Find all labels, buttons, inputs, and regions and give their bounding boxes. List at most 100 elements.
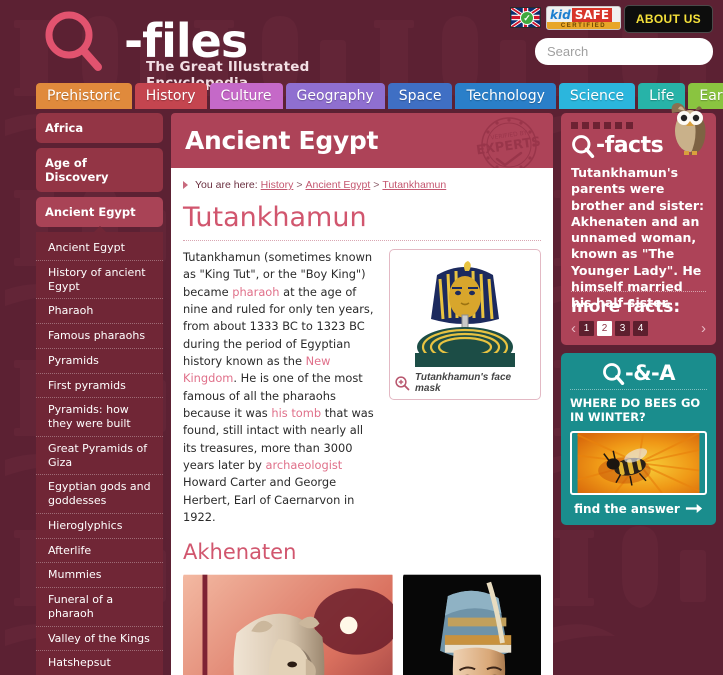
- figure-image[interactable]: [395, 255, 535, 367]
- sidebar-item-hieroglyphics[interactable]: Hieroglyphics: [36, 514, 163, 539]
- qa-logo: -&-A: [570, 361, 707, 390]
- qa-cta-text: find the answer: [574, 501, 680, 516]
- breadcrumb-link-history[interactable]: History: [261, 179, 294, 191]
- find-the-answer-button[interactable]: find the answer: [570, 495, 707, 516]
- magnifier-q-icon: [603, 362, 625, 385]
- main-navigation: Prehistoric History Culture Geography Space T…: [36, 83, 723, 109]
- sidebar-item-mummies[interactable]: Mummies: [36, 563, 163, 588]
- nav-tab-geography[interactable]: Geography: [285, 83, 385, 109]
- figure-caption-row: Tutankhamun's face mask: [395, 367, 535, 394]
- owl-mascot-icon: [671, 103, 706, 155]
- qfacts-logo-text: -facts: [596, 133, 664, 158]
- nav-tab-culture[interactable]: Culture: [209, 83, 283, 109]
- search-box[interactable]: [535, 38, 723, 65]
- sidebar-item-history-of-ancient-egypt[interactable]: History of ancient Egypt: [36, 261, 163, 300]
- nav-tab-history[interactable]: History: [134, 83, 207, 109]
- breadcrumb-separator: >: [373, 179, 380, 191]
- sidebar-category-africa[interactable]: Africa: [36, 113, 163, 143]
- facts-pagination: ‹ 1234 ›: [571, 320, 706, 337]
- article-link-his-tomb[interactable]: his tomb: [271, 406, 321, 420]
- paragraph-text: Howard Carter and George Herbert, Earl o…: [183, 475, 355, 524]
- kidsafe-certified-text: CERTIFIED: [547, 22, 620, 29]
- image-gallery: [183, 572, 541, 675]
- figure-caption-text: Tutankhamun's face mask: [415, 372, 512, 394]
- sidebar-item-afterlife[interactable]: Afterlife: [36, 539, 163, 564]
- breadcrumb-items: History > Ancient Egypt > Tutankhamun: [261, 179, 447, 191]
- sidebar-item-ancient-egypt[interactable]: Ancient Egypt: [36, 236, 163, 261]
- site-header: -files The Great Illustrated Encyclopedi…: [0, 0, 723, 91]
- sidebar-item-hatshepsut[interactable]: Hatshepsut: [36, 651, 163, 675]
- akhenaten-statue-image[interactable]: [183, 572, 393, 675]
- qa-question: WHERE DO BEES GO IN WINTER?: [570, 396, 701, 425]
- breadcrumb-link-tutankhamun[interactable]: Tutankhamun: [382, 179, 446, 191]
- right-sidebar: -facts Tutankhamun's parents were brothe…: [561, 103, 716, 675]
- verified-by-experts-stamp-icon: VERIFIED BY EXPERTS: [475, 117, 542, 168]
- article-intro-row: Tutankhamun (sometimes known as "King Tu…: [183, 249, 541, 526]
- chevron-left-icon[interactable]: ‹: [571, 320, 576, 337]
- kidsafe-safe-text: SAFE: [571, 7, 613, 22]
- sidebar-item-famous-pharaohs[interactable]: Famous pharaohs: [36, 324, 163, 349]
- sidebar-item-pyramids-how-they-were-built[interactable]: Pyramids: how they were built: [36, 398, 163, 437]
- sidebar-item-pyramids[interactable]: Pyramids: [36, 349, 163, 374]
- qa-panel[interactable]: -&-A WHERE DO BEES GO IN WINTER? find th…: [561, 353, 716, 525]
- nav-tab-technology[interactable]: Technology: [455, 83, 556, 109]
- nav-tab-science[interactable]: Science: [558, 83, 636, 109]
- page-root: -files The Great Illustrated Encyclopedi…: [0, 0, 723, 675]
- kidsafe-kid-text: kid: [550, 7, 571, 22]
- nefertiti-bust-image[interactable]: [402, 572, 541, 675]
- uk-flag-icon[interactable]: ✓: [510, 7, 541, 28]
- sidebar-item-pharaoh[interactable]: Pharaoh: [36, 299, 163, 324]
- sidebar-category-ancient-egypt[interactable]: Ancient Egypt: [36, 197, 163, 227]
- about-us-button[interactable]: ABOUT US: [623, 5, 713, 33]
- nav-tab-prehistoric[interactable]: Prehistoric: [36, 83, 132, 109]
- article-paragraph: Tutankhamun (sometimes known as "King Tu…: [183, 249, 379, 526]
- sidebar-item-egyptian-gods-and-goddesses[interactable]: Egyptian gods and goddesses: [36, 475, 163, 514]
- sidebar-category-age-of-discovery[interactable]: Age of Discovery: [36, 148, 163, 192]
- divider: [571, 291, 706, 292]
- magnifier-q-icon: [45, 11, 102, 71]
- nav-tab-space[interactable]: Space: [387, 83, 453, 109]
- section-header: Ancient Egypt VERIFIED BY EXPERTS: [171, 113, 553, 168]
- bee-on-sunflower-image[interactable]: [570, 430, 707, 495]
- article-link-pharaoh[interactable]: pharaoh: [232, 285, 279, 299]
- content-columns: Africa Age of Discovery Ancient Egypt Anci…: [36, 103, 716, 675]
- more-facts-label: more facts:: [571, 297, 681, 317]
- arrow-right-icon: [685, 504, 702, 514]
- sidebar-category-buttons: Africa Age of Discovery Ancient Egypt: [36, 113, 163, 227]
- main-content: Ancient Egypt VERIFIED BY EXPERTS You ar…: [171, 113, 553, 675]
- figure-card[interactable]: Tutankhamun's face mask: [389, 249, 541, 400]
- sidebar-item-valley-of-the-kings[interactable]: Valley of the Kings: [36, 627, 163, 652]
- facts-page-3[interactable]: 3: [615, 321, 630, 336]
- sidebar-item-first-pyramids[interactable]: First pyramids: [36, 374, 163, 399]
- chevron-right-icon[interactable]: ›: [701, 320, 706, 337]
- facts-page-4[interactable]: 4: [633, 321, 648, 336]
- article-link-archaeologist[interactable]: archaeologist: [265, 458, 342, 472]
- page-title: Ancient Egypt: [185, 126, 379, 155]
- search-input[interactable]: [547, 44, 723, 59]
- breadcrumb-link-ancient-egypt[interactable]: Ancient Egypt: [305, 179, 370, 191]
- breadcrumb-prefix: You are here:: [195, 179, 258, 191]
- qfacts-text: Tutankhamun's parents were brother and s…: [571, 165, 704, 310]
- facts-page-2[interactable]: 2: [597, 321, 612, 336]
- magnify-plus-icon[interactable]: [395, 375, 410, 391]
- section-heading: Akhenaten: [183, 540, 297, 565]
- site-logo[interactable]: -files The Great Illustrated Encyclopedi…: [36, 8, 366, 91]
- svg-text:EXPERTS: EXPERTS: [475, 135, 541, 159]
- sidebar-item-great-pyramids-of-giza[interactable]: Great Pyramids of Giza: [36, 437, 163, 476]
- left-sidebar: Africa Age of Discovery Ancient Egypt Anci…: [36, 113, 163, 675]
- more-facts-section: more facts: ‹ 1234 ›: [571, 291, 706, 337]
- qfacts-panel: -facts Tutankhamun's parents were brothe…: [561, 103, 716, 345]
- pagination-numbers: 1234: [579, 321, 648, 336]
- breadcrumb-separator: >: [296, 179, 303, 191]
- article-title: Tutankhamun: [183, 200, 541, 241]
- verified-check-icon: ✓: [520, 11, 534, 25]
- magnifier-q-icon: [572, 134, 595, 158]
- qa-logo-text: -&-A: [625, 361, 676, 385]
- sidebar-topic-list: Ancient Egypt History of ancient Egypt Pha…: [36, 225, 163, 675]
- article-body: You are here: History > Ancient Egypt > Tuta…: [171, 168, 553, 675]
- sidebar-item-funeral-of-a-pharaoh[interactable]: Funeral of a pharaoh: [36, 588, 163, 627]
- breadcrumb-arrow-icon: [183, 181, 188, 189]
- kidsafe-badge[interactable]: kid SAFE CERTIFIED: [546, 6, 621, 30]
- breadcrumb: You are here: History > Ancient Egypt > Tuta…: [183, 179, 541, 200]
- facts-page-1[interactable]: 1: [579, 321, 594, 336]
